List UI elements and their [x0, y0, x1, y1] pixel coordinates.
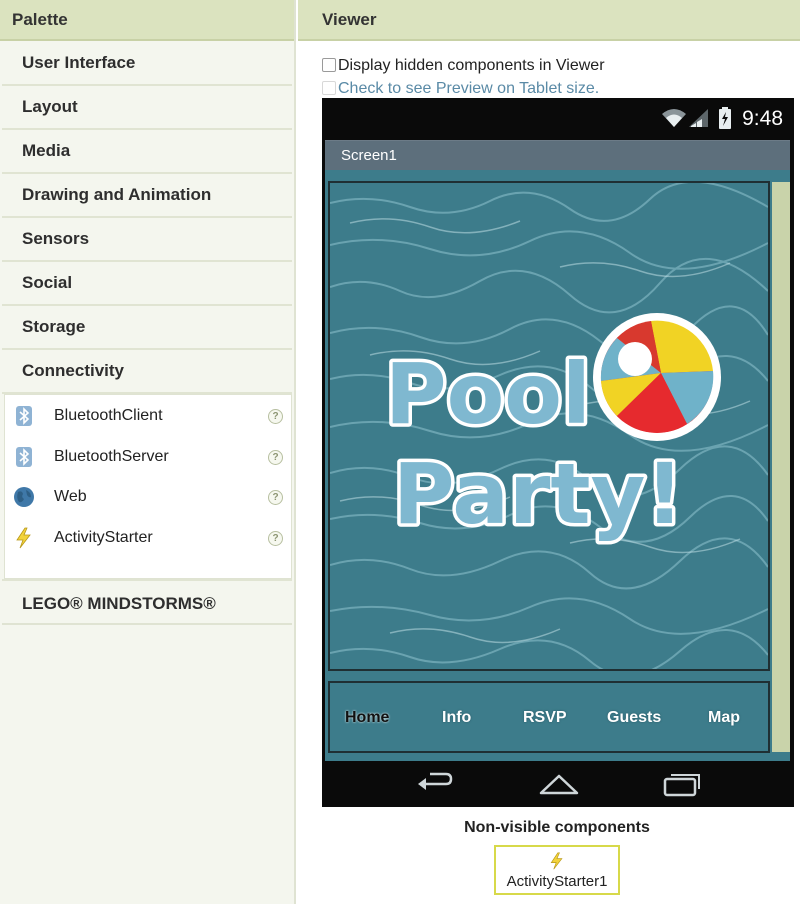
non-visible-item-label: ActivityStarter1: [506, 873, 608, 890]
help-icon[interactable]: ?: [268, 449, 283, 465]
hero-title-line1: Pool: [385, 345, 591, 443]
bluetooth-icon: [16, 446, 32, 467]
android-nav-bar: [322, 763, 794, 807]
lightning-icon: [550, 852, 563, 870]
category-drawing-and-animation[interactable]: Drawing and Animation: [2, 174, 292, 218]
signal-icon: [689, 109, 708, 127]
component-label: Web: [54, 488, 87, 505]
phone-preview: 9:48 Screen1 Pool Party! Home Info RSVP …: [322, 98, 794, 807]
component-label: BluetoothClient: [54, 407, 163, 424]
scrollbar[interactable]: [772, 182, 790, 752]
display-hidden-label: Display hidden components in Viewer: [338, 57, 605, 74]
nav-guests-button[interactable]: Guests: [607, 709, 661, 727]
lightning-icon: [16, 527, 31, 548]
recent-apps-icon[interactable]: [662, 771, 702, 797]
globe-icon: [14, 487, 34, 507]
category-connectivity[interactable]: Connectivity: [2, 350, 292, 394]
component-label: ActivityStarter: [54, 528, 153, 546]
tablet-preview-label: Check to see Preview on Tablet size.: [338, 80, 600, 97]
help-icon[interactable]: ?: [268, 409, 283, 424]
component-web[interactable]: Web ?: [5, 477, 291, 518]
component-label: BluetoothServer: [54, 447, 169, 465]
category-media[interactable]: Media: [2, 130, 292, 174]
nav-map-button[interactable]: Map: [708, 709, 740, 727]
bluetooth-icon: [16, 406, 32, 426]
connectivity-component-list: BluetoothClient ? BluetoothServer ? Web …: [4, 394, 292, 579]
category-sensors[interactable]: Sensors: [2, 218, 292, 262]
beach-ball-icon: [593, 313, 721, 441]
status-bar: 9:48: [322, 98, 794, 138]
tablet-preview-row: Check to see Preview on Tablet size.: [322, 79, 599, 99]
palette-panel: Palette User Interface Layout Media Draw…: [0, 0, 296, 904]
screen-title-bar: Screen1: [325, 140, 790, 170]
category-layout[interactable]: Layout: [2, 86, 292, 130]
category-storage[interactable]: Storage: [2, 306, 292, 350]
nav-rsvp-button[interactable]: RSVP: [523, 709, 567, 727]
home-icon[interactable]: [537, 771, 581, 797]
hero-image-arrangement[interactable]: Pool Party!: [328, 181, 770, 671]
category-user-interface[interactable]: User Interface: [2, 42, 292, 86]
status-time: 9:48: [742, 107, 783, 130]
battery-icon: [719, 107, 731, 129]
nav-info-button[interactable]: Info: [442, 709, 471, 727]
component-bluetooth-server[interactable]: BluetoothServer ?: [5, 437, 291, 478]
category-social[interactable]: Social: [2, 262, 292, 306]
pool-party-logo: Pool Party!: [385, 313, 721, 547]
non-visible-components-title: Non-visible components: [464, 819, 650, 836]
navigation-arrangement: Home Info RSVP Guests Map: [328, 681, 770, 753]
back-icon[interactable]: [416, 771, 454, 797]
viewer-title: Viewer: [298, 0, 800, 41]
help-icon[interactable]: ?: [268, 490, 283, 505]
tablet-preview-checkbox[interactable]: [322, 81, 336, 95]
help-icon[interactable]: ?: [268, 530, 283, 546]
category-lego-mindstorms[interactable]: LEGO® MINDSTORMS®: [2, 579, 292, 625]
wifi-icon: [662, 109, 686, 127]
display-hidden-row: Display hidden components in Viewer: [322, 56, 605, 76]
display-hidden-checkbox[interactable]: [322, 58, 336, 72]
non-visible-activity-starter[interactable]: ActivityStarter1: [494, 845, 620, 895]
component-bluetooth-client[interactable]: BluetoothClient ?: [5, 396, 291, 437]
hero-title-line2: Party!: [393, 445, 684, 543]
component-activity-starter[interactable]: ActivityStarter ?: [5, 518, 291, 559]
palette-title: Palette: [0, 0, 294, 41]
screen-content[interactable]: Pool Party! Home Info RSVP Guests Map: [325, 170, 790, 761]
nav-home-button[interactable]: Home: [345, 709, 389, 727]
